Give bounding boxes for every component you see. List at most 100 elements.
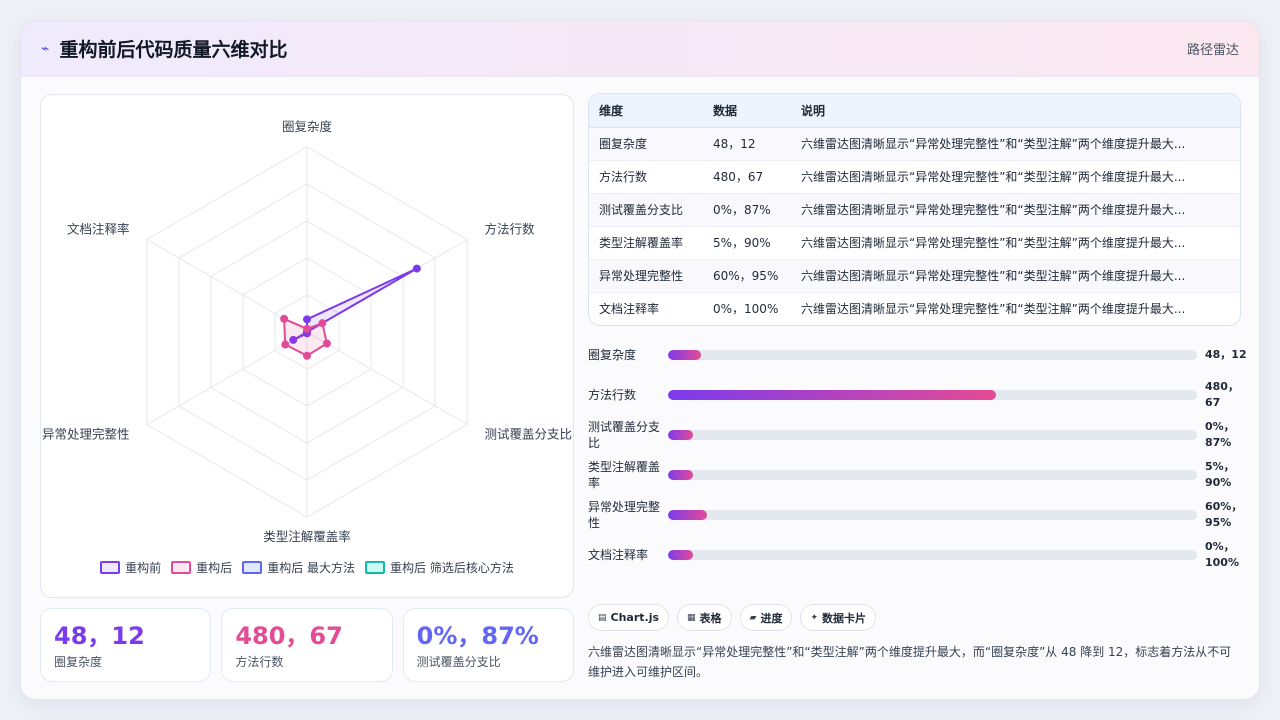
table-cell: 5%，90%: [703, 226, 791, 260]
card-icon: ✦: [810, 612, 819, 623]
progress-value: 48，12: [1205, 348, 1247, 361]
table-cell: 六维雷达图清晰显示“异常处理完整性”和“类型注解”两个维度提升最大...: [791, 193, 1240, 227]
kpi-value: 48，12: [54, 622, 145, 650]
radar-chart: 圈复杂度方法行数测试覆盖分支比类型注解覆盖率 异常处理完整性 文档注释率: [42, 119, 573, 544]
table-cell: 圈复杂度: [589, 127, 703, 161]
progress-row: 圈复杂度 48，12: [588, 339, 1248, 371]
axis-label: 方法行数: [485, 222, 536, 237]
kpi-card: 480，67 方法行数: [221, 608, 393, 682]
axis-label: 异常处理完整性: [42, 427, 130, 442]
progress-fill: [668, 470, 694, 480]
kpi-row: 48，12 圈复杂度 480，67 方法行数 0%，87% 测试覆盖分支比: [40, 608, 574, 682]
progress-label: 类型注解覆盖率: [588, 460, 661, 490]
kpi-card: 48，12 圈复杂度: [40, 608, 212, 682]
progress-value: 5%，90%: [1205, 460, 1235, 489]
progress-value: 60%，95%: [1205, 500, 1243, 529]
progress-value: 480，67: [1205, 380, 1239, 409]
progress-track: [668, 390, 1197, 400]
table-cell: 48，12: [703, 127, 791, 161]
chart-icon: ▤: [598, 612, 607, 623]
table-cell: 测试覆盖分支比: [589, 193, 703, 227]
progress-fill: [668, 430, 694, 440]
radar-point[interactable]: [281, 340, 290, 349]
tag-data-card[interactable]: ✦ 数据卡片: [800, 604, 877, 631]
radar-point[interactable]: [322, 339, 331, 348]
progress-fill: [668, 390, 996, 400]
column-header: 维度: [589, 94, 703, 128]
data-table: 维度 数据 说明 圈复杂度 48，12 六维雷达图清晰显示“异常处理完整性”和“类型…: [589, 94, 1240, 325]
progress-fill: [668, 350, 701, 360]
header-badge: 路径雷达: [1186, 43, 1239, 58]
table-cell: 60%，95%: [703, 259, 791, 293]
table-row[interactable]: 文档注释率 0%，100% 六维雷达图清晰显示“异常处理完整性”和“类型注解”两个维…: [589, 292, 1240, 325]
progress-value: 0%，100%: [1205, 540, 1239, 569]
chart-legend: 重构前 重构后 重构后 最大方法 重构后 筛选后核心方法: [41, 559, 573, 576]
table-row[interactable]: 类型注解覆盖率 5%，90% 六维雷达图清晰显示“异常处理完整性”和“类型注解”两个…: [589, 226, 1240, 260]
kpi-label: 圈复杂度: [54, 655, 103, 669]
axis-label: 文档注释率: [67, 222, 130, 237]
legend-item-after-core[interactable]: 重构后 筛选后核心方法: [365, 559, 514, 576]
progress-track: [668, 550, 1197, 560]
tag-table[interactable]: ▦ 表格: [677, 604, 732, 631]
progress-row: 测试覆盖分支比 0%，87%: [588, 419, 1248, 451]
tag-progress[interactable]: ▰ 进度: [739, 604, 793, 631]
table-row[interactable]: 测试覆盖分支比 0%，87% 六维雷达图清晰显示“异常处理完整性”和“类型注解”两个…: [589, 193, 1240, 227]
kpi-label: 方法行数: [235, 655, 284, 669]
progress-fill: [668, 510, 707, 520]
radar-point[interactable]: [303, 324, 311, 333]
kpi-value: 0%，87%: [416, 622, 539, 650]
table-cell: 六维雷达图清晰显示“异常处理完整性”和“类型注解”两个维度提升最大...: [801, 302, 1186, 317]
progress-label: 方法行数: [588, 388, 637, 402]
progress-row: 类型注解覆盖率 5%，90%: [588, 459, 1248, 491]
table-icon: ▦: [687, 612, 696, 623]
table-cell: 六维雷达图清晰显示“异常处理完整性”和“类型注解”两个维度提升最大...: [791, 226, 1240, 260]
table-cell: 0%，87%: [703, 193, 791, 227]
legend-item-after-max[interactable]: 重构后 最大方法: [242, 559, 355, 576]
table-row[interactable]: 方法行数 480，67 六维雷达图清晰显示“异常处理完整性”和“类型注解”两个维度提…: [589, 160, 1240, 194]
table-cell: 480，67: [703, 160, 791, 194]
progress-label: 圈复杂度: [588, 348, 637, 362]
table-cell: 异常处理完整性: [589, 259, 703, 293]
radar-point[interactable]: [318, 319, 327, 328]
progress-row: 文档注释率 0%，100%: [588, 539, 1248, 571]
app-frame: ⌁ 重构前后代码质量六维对比 路径雷达 圈复杂度 方法行数 测试覆盖分支比 类型注解覆…: [20, 20, 1260, 700]
table-cell: 六维雷达图清晰显示“异常处理完整性”和“类型注解”两个维度提升最大...: [791, 127, 1240, 161]
axis-label: 圈复杂度: [282, 119, 333, 134]
progress-track: [668, 510, 1197, 520]
table-cell: 0%，100%: [713, 302, 779, 317]
radar-chart-card: 圈复杂度方法行数测试覆盖分支比类型注解覆盖率 异常处理完整性 文档注释率 重构前 重…: [40, 94, 574, 598]
table-cell: 六维雷达图清晰显示“异常处理完整性”和“类型注解”两个维度提升最大...: [791, 160, 1240, 194]
radar-point[interactable]: [280, 314, 289, 323]
table-row[interactable]: 异常处理完整性 60%，95% 六维雷达图清晰显示“异常处理完整性”和“类型注解”两…: [589, 259, 1240, 293]
header: ⌁ 重构前后代码质量六维对比 路径雷达: [21, 21, 1259, 77]
feature-tags: ▤ Chart.js ▦ 表格 ▰ 进度 ✦ 数据卡片: [588, 604, 877, 631]
radar-spoke: [306, 331, 468, 425]
data-table-card: 维度 数据 说明 圈复杂度 48，12 六维雷达图清晰显示“异常处理完整性”和“类型…: [588, 93, 1241, 326]
table-cell: 文档注释率: [599, 302, 660, 317]
summary-note: 六维雷达图清晰显示“异常处理完整性”和“类型注解”两个维度提升最大，而“圈复杂度…: [588, 645, 1232, 679]
table-cell: 六维雷达图清晰显示“异常处理完整性”和“类型注解”两个维度提升最大...: [791, 259, 1240, 293]
progress-label: 异常处理完整性: [588, 500, 661, 530]
radar-point[interactable]: [303, 351, 311, 360]
table-cell: 类型注解覆盖率: [589, 226, 703, 260]
table-row[interactable]: 圈复杂度 48，12 六维雷达图清晰显示“异常处理完整性”和“类型注解”两个维度提升…: [589, 127, 1240, 161]
progress-row: 方法行数 480，67: [588, 379, 1248, 411]
progress-fill: [668, 550, 694, 560]
axis-label: 类型注解覆盖率: [263, 529, 351, 544]
kpi-label: 测试覆盖分支比: [416, 655, 501, 669]
legend-item-before[interactable]: 重构前: [100, 559, 161, 576]
radar-point[interactable]: [412, 264, 421, 273]
kpi-value: 480，67: [235, 622, 343, 650]
legend-item-after[interactable]: 重构后: [171, 559, 232, 576]
progress-track: [668, 350, 1197, 360]
progress-icon: ▰: [749, 612, 757, 623]
radar-point[interactable]: [303, 315, 311, 324]
kpi-card: 0%，87% 测试覆盖分支比: [402, 608, 574, 682]
tag-chartjs[interactable]: ▤ Chart.js: [588, 604, 670, 631]
table-header-row: 维度 数据 说明: [589, 94, 1240, 128]
table-cell: 方法行数: [589, 160, 703, 194]
progress-row: 异常处理完整性 60%，95%: [588, 499, 1248, 531]
progress-value: 0%，87%: [1205, 420, 1235, 449]
axis-label: 测试覆盖分支比: [485, 427, 573, 442]
sparkle-icon: ⌁: [41, 40, 50, 57]
